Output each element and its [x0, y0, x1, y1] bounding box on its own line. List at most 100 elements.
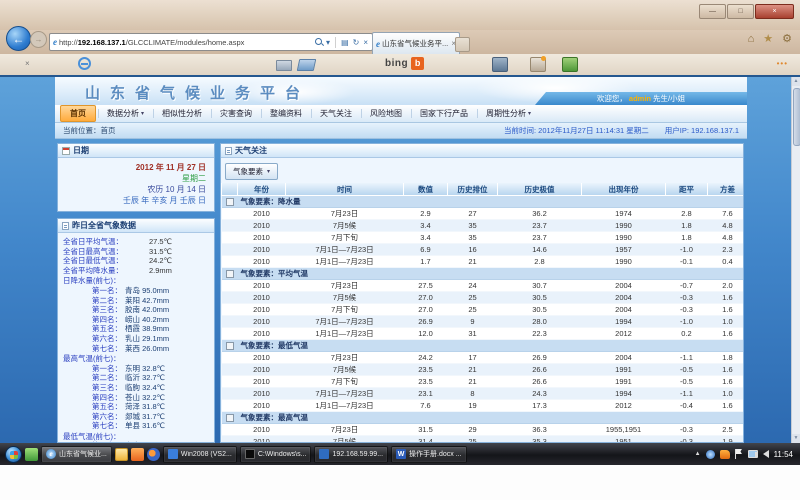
column-header[interactable]: 方差 [708, 183, 745, 196]
weather-data-row[interactable]: 20107月23日2.92736.219742.87.6 [222, 208, 745, 220]
menu-item-label: 整编资料 [270, 108, 302, 119]
tab-favicon-icon: e [376, 39, 380, 49]
stop-icon[interactable]: × [362, 38, 369, 47]
weather-data-row[interactable]: 20107月5候31.42535.31951-0.31.9 [222, 436, 745, 444]
more-options-icon[interactable]: ••• [777, 60, 788, 68]
url-text[interactable]: http://192.168.137.1/GLCCLIMATE/modules/… [59, 38, 313, 47]
collapse-box-icon[interactable] [226, 414, 234, 422]
home-icon[interactable]: ⌂ [748, 34, 755, 45]
favorites-star-icon[interactable]: ★ [763, 34, 773, 45]
weather-data-row[interactable]: 20107月下旬27.02530.52004-0.31.6 [222, 304, 745, 316]
volume-icon[interactable] [763, 450, 769, 458]
weather-data-row[interactable]: 20107月5候3.43523.719901.84.8 [222, 220, 745, 232]
weather-data-row[interactable]: 20107月下旬3.43523.719901.84.8 [222, 232, 745, 244]
bing-logo[interactable]: bing b [385, 57, 424, 70]
quicklaunch-icon[interactable] [115, 448, 128, 461]
column-header[interactable]: 年份 [238, 183, 286, 196]
menu-item[interactable]: 灾害查询 [211, 106, 261, 121]
menu-item[interactable]: 整编资料 [261, 106, 311, 121]
compatibility-view-icon[interactable]: ▤ [340, 38, 350, 47]
collapse-box-icon[interactable] [226, 198, 234, 206]
tab-title[interactable]: 山东省气候业务平... [382, 38, 449, 49]
start-button[interactable] [5, 446, 22, 463]
column-header[interactable]: 历史排位 [448, 183, 498, 196]
close-button[interactable]: × [755, 4, 794, 19]
search-dropdown-icon[interactable]: ▾ [325, 38, 331, 47]
taskbar-button[interactable]: 操作手册.docx ... [391, 446, 467, 463]
menu-item[interactable]: 天气关注 [311, 106, 361, 121]
browser-toolbar2: × bing b ••• [0, 54, 800, 76]
quicklaunch-icon[interactable] [131, 448, 144, 461]
calendar-icon [62, 147, 70, 155]
element-section-row[interactable]: 气象要素：最低气温 [222, 340, 745, 352]
weather-data-row[interactable]: 20101月1日—7月23日7.61917.32012-0.41.6 [222, 400, 745, 412]
weather-data-row[interactable]: 20101月1日—7月23日12.03122.320120.21.6 [222, 328, 745, 340]
pinned-app-icon[interactable] [25, 448, 38, 461]
menu-item[interactable]: 首页 [60, 105, 96, 122]
search-icon[interactable] [315, 38, 323, 46]
browser-tab[interactable]: e 山东省气候业务平... × [372, 32, 460, 54]
calendar-date: 2012 年 11 月 27 日 [66, 162, 206, 173]
column-header[interactable]: 距平 [666, 183, 708, 196]
element-section-row[interactable]: 气象要素：降水量 [222, 196, 745, 208]
element-section-row[interactable]: 气象要素：最高气温 [222, 412, 745, 424]
element-filter-button[interactable]: 气象要素 ▾ [225, 163, 278, 180]
webcam-icon[interactable] [492, 57, 508, 72]
contacts-icon[interactable] [530, 57, 546, 72]
weather-data-row[interactable]: 20107月5候27.02530.52004-0.31.6 [222, 292, 745, 304]
clock[interactable]: 11:54 [774, 450, 795, 459]
taskbar-button[interactable]: 192.168.59.99... [314, 446, 388, 463]
rank-label: 第五名： [63, 324, 125, 334]
toolbar-close-icon[interactable]: × [25, 60, 30, 68]
forward-button[interactable]: → [30, 31, 47, 48]
collapse-box-icon[interactable] [226, 342, 234, 350]
taskbar-button-ie[interactable]: 山东省气候业... [41, 446, 112, 463]
new-tab-button[interactable] [455, 37, 470, 52]
weather-data-row[interactable]: 20107月下旬23.52126.61991-0.51.6 [222, 376, 745, 388]
minimize-button[interactable]: — [699, 4, 726, 19]
menu-item-label: 天气关注 [320, 108, 352, 119]
weather-data-row[interactable]: 20101月1日—7月23日1.7212.81990-0.10.4 [222, 256, 745, 268]
weather-data-row[interactable]: 20107月1日—7月23日26.9928.01994-1.01.0 [222, 316, 745, 328]
maximize-button[interactable]: □ [727, 4, 754, 19]
scrollbar-thumb[interactable] [793, 88, 800, 146]
show-hidden-icons-arrow[interactable]: ▲ [695, 451, 701, 457]
gear-icon[interactable]: ⚙ [782, 34, 792, 45]
scroll-up-arrow[interactable]: ▲ [792, 77, 800, 86]
weather-data-row[interactable]: 20107月23日31.52936.31955,1951-0.32.5 [222, 424, 745, 436]
page-scrollbar[interactable]: ▲ ▼ [791, 77, 800, 443]
antivirus-icon[interactable] [720, 450, 730, 459]
collapse-box-icon[interactable] [226, 270, 234, 278]
menu-item[interactable]: 国家下行产品 [411, 106, 477, 121]
taskbar-button[interactable]: Win2008 (VS2... [163, 446, 237, 463]
weather-data-row[interactable]: 20107月1日—7月23日6.91614.61957-1.02.3 [222, 244, 745, 256]
column-header[interactable]: 历史极值 [498, 183, 582, 196]
address-bar[interactable]: e http://192.168.137.1/GLCCLIMATE/module… [49, 33, 373, 51]
weather-data-row[interactable]: 20107月23日27.52430.72004-0.72.0 [222, 280, 745, 292]
blocked-addon-icon[interactable] [78, 57, 91, 70]
taskbar-button[interactable]: C:\Windows\s... [240, 446, 312, 463]
rank-item: 第二名：莱阳 42.7mm [63, 296, 209, 306]
menu-item[interactable]: 周期性分析 ▾ [477, 106, 540, 121]
quicklaunch-icon[interactable] [147, 448, 160, 461]
menu-item[interactable]: 风险地图 [361, 106, 411, 121]
element-section-row[interactable]: 气象要素：平均气温 [222, 268, 745, 280]
weather-data-row[interactable]: 20107月23日24.21726.92004-1.11.8 [222, 352, 745, 364]
weather-data-row[interactable]: 20107月5候23.52126.61991-0.51.6 [222, 364, 745, 376]
refresh-icon[interactable]: ↻ [352, 38, 361, 47]
tray-app-icon[interactable] [706, 450, 715, 459]
back-button[interactable]: ← [6, 26, 31, 51]
action-center-flag-icon[interactable] [735, 449, 743, 459]
weather-data-row[interactable]: 20107月1日—7月23日23.1824.31994-1.11.0 [222, 388, 745, 400]
menu-item[interactable]: 数据分析 ▾ [98, 106, 153, 121]
calendar-ganzhi: 壬辰 年 辛亥 月 壬辰 日 [66, 195, 206, 206]
scroll-down-arrow[interactable]: ▼ [792, 434, 800, 443]
menu-item[interactable]: 相似性分析 [153, 106, 211, 121]
mail-icon[interactable] [276, 60, 292, 71]
addon-puzzle-icon[interactable] [562, 57, 578, 72]
column-header[interactable]: 数值 [404, 183, 448, 196]
rank-value: 莱阳 42.7mm [125, 296, 169, 306]
column-header[interactable]: 时间 [286, 183, 404, 196]
send-icon[interactable] [297, 59, 317, 71]
column-header[interactable]: 出现年份 [582, 183, 666, 196]
